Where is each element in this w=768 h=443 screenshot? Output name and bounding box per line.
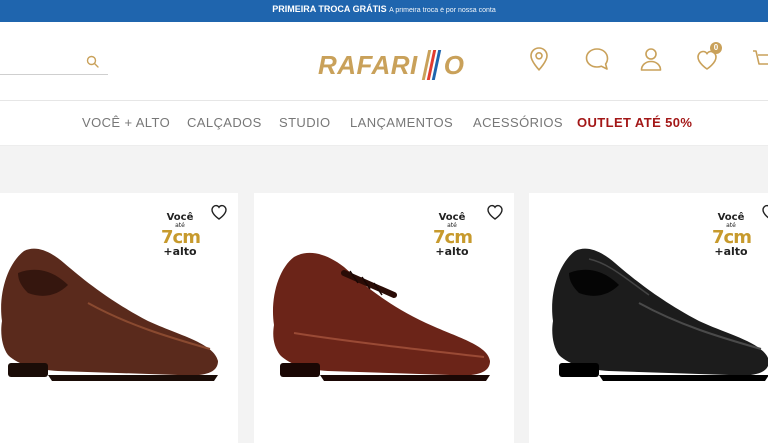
- brand-logo[interactable]: RAFARI O: [318, 43, 464, 83]
- promo-title: PRIMEIRA TROCA GRÁTIS: [272, 4, 387, 14]
- nav-item-voce-mais-alto[interactable]: VOCÊ + ALTO: [82, 115, 170, 130]
- nav-item-acessorios[interactable]: ACESSÓRIOS: [473, 115, 563, 130]
- logo-text-part2: O: [443, 50, 465, 81]
- nav-item-lancamentos[interactable]: LANÇAMENTOS: [350, 115, 453, 130]
- heart-icon[interactable]: [209, 203, 229, 221]
- promo-subtitle: A primeira troca é por nossa conta: [389, 7, 496, 14]
- product-image-shoe: [1, 248, 218, 381]
- nav-item-outlet[interactable]: OUTLET ATÉ 50%: [577, 115, 692, 130]
- wishlist-count-badge: 0: [710, 42, 722, 54]
- product-image-shoe: [272, 252, 490, 381]
- product-card[interactable]: Você até 7cm +alto: [529, 193, 768, 443]
- location-pin-icon[interactable]: [524, 44, 554, 74]
- chat-bubble-icon[interactable]: [582, 44, 612, 74]
- search-icon[interactable]: [85, 54, 101, 70]
- search-box: [0, 52, 108, 75]
- cart-icon[interactable]: [748, 44, 768, 74]
- product-image-shoe: [552, 248, 768, 381]
- promo-bar[interactable]: PRIMEIRA TROCA GRÁTIS A primeira troca é…: [0, 0, 768, 22]
- nav-item-studio[interactable]: STUDIO: [279, 115, 331, 130]
- wishlist-button[interactable]: 0: [692, 42, 722, 74]
- heart-icon[interactable]: [760, 203, 768, 221]
- heart-icon[interactable]: [485, 203, 505, 221]
- nav-item-calcados[interactable]: CALÇADOS: [187, 115, 262, 130]
- user-icon[interactable]: [636, 44, 666, 74]
- logo-text-part1: RAFARI: [318, 50, 418, 81]
- logo-stripes: [419, 50, 443, 81]
- product-card[interactable]: Você até 7cm +alto: [0, 193, 238, 443]
- site-header: RAFARI O 0: [0, 22, 768, 101]
- product-card[interactable]: Você até 7cm +alto: [254, 193, 514, 443]
- search-input[interactable]: [0, 52, 84, 74]
- main-nav: VOCÊ + ALTO CALÇADOS STUDIO LANÇAMENTOS …: [0, 101, 768, 146]
